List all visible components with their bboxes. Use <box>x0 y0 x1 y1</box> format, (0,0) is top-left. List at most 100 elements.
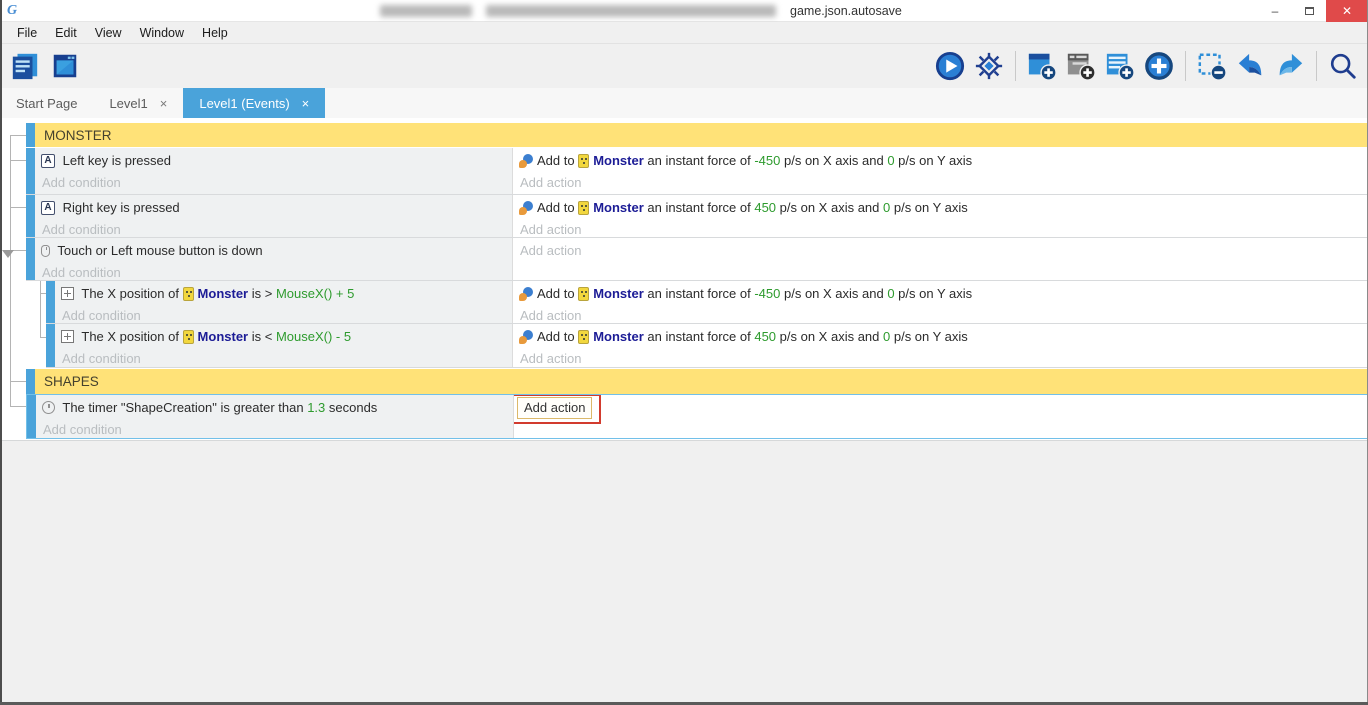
condition-text[interactable]: A Right key is pressed <box>35 195 512 220</box>
text-segment: an instant force of <box>643 286 755 301</box>
action-text[interactable]: Add to Monster an instant force of -450 … <box>513 281 1368 306</box>
condition-text[interactable]: The timer "ShapeCreation" is greater tha… <box>36 395 513 420</box>
add-circle-icon <box>1145 52 1173 80</box>
add-action-link[interactable]: Add action <box>513 173 1368 191</box>
window-title: game.json.autosave <box>380 0 902 22</box>
condition-text[interactable]: Touch or Left mouse button is down <box>35 238 512 263</box>
actions-cell[interactable]: Add action <box>513 395 1367 438</box>
menu-view[interactable]: View <box>86 24 131 42</box>
text-segment: p/s on X axis and <box>780 286 888 301</box>
conditions-cell[interactable]: A Right key is pressed Add condition <box>35 195 512 237</box>
subevent-row-xpos-less[interactable]: The X position of Monster is < MouseX() … <box>46 324 1368 368</box>
add-other-button[interactable] <box>1142 49 1176 83</box>
force-icon <box>519 286 533 301</box>
add-action-link[interactable]: Add action <box>513 220 1368 237</box>
redacted-title-segment <box>486 5 776 17</box>
event-row-left-key[interactable]: A Left key is pressed Add condition Add … <box>26 148 1368 195</box>
play-button[interactable] <box>933 49 967 83</box>
text-segment: Add to <box>537 153 579 168</box>
text-segment: -450 <box>754 153 781 168</box>
tree-rail <box>10 135 11 407</box>
tab-level1[interactable]: Level1 × <box>93 88 183 118</box>
condition-text[interactable]: A Left key is pressed <box>35 148 512 173</box>
maximize-button[interactable] <box>1292 0 1326 22</box>
action-text[interactable]: Add to Monster an instant force of 450 p… <box>513 324 1368 349</box>
search-button[interactable] <box>1326 49 1360 83</box>
text-segment: -450 <box>754 286 781 301</box>
close-tab-icon[interactable]: × <box>160 96 168 111</box>
comment-text: SHAPES <box>35 369 1368 394</box>
subtree-rail <box>40 281 41 337</box>
position-icon <box>61 287 74 300</box>
comment-row-monster[interactable]: MONSTER <box>26 123 1368 147</box>
menu-edit[interactable]: Edit <box>46 24 86 42</box>
add-condition-link[interactable]: Add condition <box>55 349 512 367</box>
action-text[interactable]: Add to Monster an instant force of -450 … <box>513 148 1368 173</box>
conditions-cell[interactable]: A Left key is pressed Add condition <box>35 148 512 194</box>
conditions-cell[interactable]: Touch or Left mouse button is down Add c… <box>35 238 512 280</box>
tab-start-page[interactable]: Start Page <box>0 88 93 118</box>
monster-icon <box>578 286 590 301</box>
conditions-cell[interactable]: The timer "ShapeCreation" is greater tha… <box>36 395 513 438</box>
event-row-touch[interactable]: Touch or Left mouse button is down Add c… <box>26 238 1368 281</box>
text-segment: an instant force of <box>643 153 755 168</box>
add-action-link[interactable]: Add action <box>513 349 1368 367</box>
play-icon <box>935 51 965 81</box>
subevent-row-xpos-greater[interactable]: The X position of Monster is > MouseX() … <box>46 281 1368 324</box>
tab-level1-events[interactable]: Level1 (Events) × <box>183 88 326 118</box>
toolbar-separator <box>1015 51 1016 81</box>
text-segment: Monster <box>593 286 644 301</box>
close-button[interactable]: ✕ <box>1326 0 1368 22</box>
conditions-cell[interactable]: The X position of Monster is > MouseX() … <box>55 281 512 323</box>
event-color-bar <box>26 123 35 147</box>
debug-button[interactable] <box>972 49 1006 83</box>
tree-stub <box>10 135 26 136</box>
actions-cell[interactable]: Add to Monster an instant force of 450 p… <box>512 195 1368 237</box>
add-condition-link[interactable]: Add condition <box>35 263 512 280</box>
text-segment: MouseX() + 5 <box>275 286 355 301</box>
actions-cell[interactable]: Add action <box>512 238 1368 280</box>
menu-help[interactable]: Help <box>193 24 237 42</box>
action-text[interactable]: Add to Monster an instant force of 450 p… <box>513 195 1368 220</box>
text-segment: 0 <box>883 329 891 344</box>
condition-text[interactable]: The X position of Monster is < MouseX() … <box>55 324 512 349</box>
actions-cell[interactable]: Add to Monster an instant force of 450 p… <box>512 324 1368 367</box>
comment-row-shapes[interactable]: SHAPES <box>26 369 1368 394</box>
menu-file[interactable]: File <box>8 24 46 42</box>
delete-selection-button[interactable] <box>1195 49 1229 83</box>
add-subevent-button[interactable] <box>1064 49 1098 83</box>
redo-icon <box>1279 53 1303 76</box>
text-segment: p/s on X axis and <box>780 153 888 168</box>
actions-cell[interactable]: Add to Monster an instant force of -450 … <box>512 281 1368 323</box>
actions-cell[interactable]: Add to Monster an instant force of -450 … <box>512 148 1368 194</box>
conditions-cell[interactable]: The X position of Monster is < MouseX() … <box>55 324 512 367</box>
condition-text[interactable]: The X position of Monster is > MouseX() … <box>55 281 512 306</box>
start-page-button[interactable] <box>48 49 82 83</box>
add-comment-button[interactable] <box>1103 49 1137 83</box>
event-row-timer[interactable]: The timer "ShapeCreation" is greater tha… <box>26 394 1368 439</box>
gdevelop-logo-icon: G <box>7 2 18 18</box>
add-action-link[interactable]: Add action <box>513 306 1368 323</box>
close-tab-icon[interactable]: × <box>302 96 310 111</box>
event-color-bar <box>26 238 35 280</box>
event-row-right-key[interactable]: A Right key is pressed Add condition Add… <box>26 195 1368 238</box>
add-event-button[interactable] <box>1025 49 1059 83</box>
remove-selection-icon <box>1198 53 1227 81</box>
collapse-expander-icon[interactable] <box>2 250 14 258</box>
undo-button[interactable] <box>1234 49 1268 83</box>
project-manager-button[interactable] <box>8 49 42 83</box>
add-condition-link[interactable]: Add condition <box>36 420 513 438</box>
add-condition-link[interactable]: Add condition <box>35 220 512 237</box>
minimize-button[interactable]: – <box>1258 0 1292 22</box>
add-action-chip[interactable]: Add action <box>517 397 593 419</box>
tree-stub <box>10 160 26 161</box>
add-action-link[interactable]: Add action <box>513 238 1368 263</box>
redo-button[interactable] <box>1273 49 1307 83</box>
text-segment: The X position of <box>78 329 183 344</box>
add-condition-link[interactable]: Add condition <box>55 306 512 323</box>
text-segment: p/s on Y axis <box>894 286 973 301</box>
text-segment: 450 <box>754 200 777 215</box>
add-comment-icon <box>1106 53 1135 81</box>
add-condition-link[interactable]: Add condition <box>35 173 512 191</box>
menu-window[interactable]: Window <box>131 24 193 42</box>
